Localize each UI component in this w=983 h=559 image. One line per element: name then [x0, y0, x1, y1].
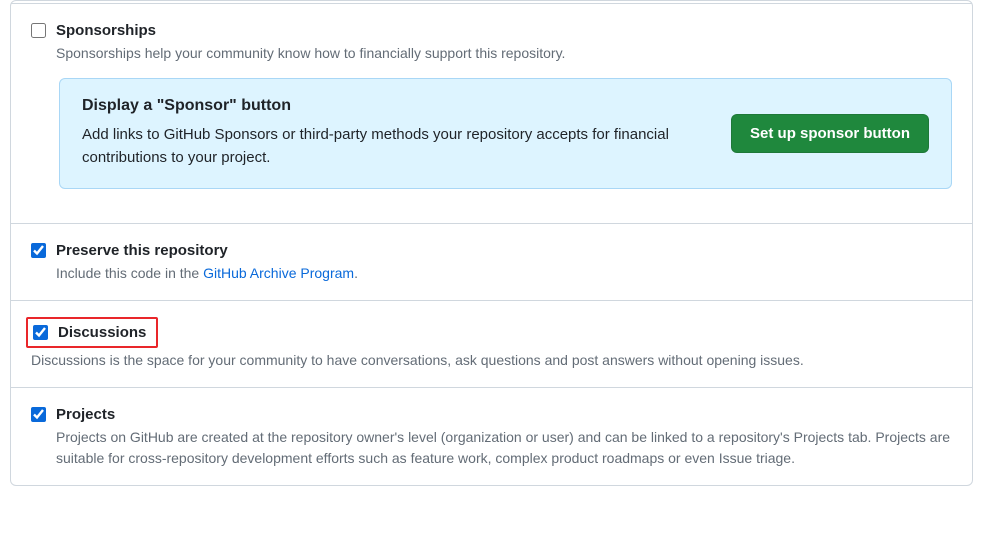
preserve-checkbox[interactable]	[31, 243, 46, 258]
preserve-section: Preserve this repository Include this co…	[11, 223, 972, 300]
sponsor-callout-title: Display a "Sponsor" button	[82, 97, 711, 115]
discussions-checkbox[interactable]	[33, 325, 48, 340]
projects-label-block: Projects Projects on GitHub are created …	[56, 404, 952, 469]
sponsorships-checkbox[interactable]	[31, 23, 46, 38]
discussions-section: Discussions Discussions is the space for…	[11, 300, 972, 387]
sponsorships-title: Sponsorships	[56, 20, 952, 41]
discussions-desc: Discussions is the space for your commun…	[31, 350, 952, 371]
sponsorships-desc: Sponsorships help your community know ho…	[56, 43, 952, 64]
preserve-title: Preserve this repository	[56, 240, 952, 261]
sponsor-callout: Display a "Sponsor" button Add links to …	[59, 78, 952, 189]
sponsorships-label-block: Sponsorships Sponsorships help your comm…	[56, 20, 952, 64]
projects-checkbox[interactable]	[31, 407, 46, 422]
projects-desc: Projects on GitHub are created at the re…	[56, 427, 952, 469]
setup-sponsor-button[interactable]: Set up sponsor button	[731, 114, 929, 153]
archive-program-link[interactable]: GitHub Archive Program	[203, 265, 354, 281]
preserve-desc: Include this code in the GitHub Archive …	[56, 263, 952, 284]
sponsor-callout-desc: Add links to GitHub Sponsors or third-pa…	[82, 123, 711, 170]
projects-section: Projects Projects on GitHub are created …	[11, 387, 972, 485]
features-panel: Sponsorships Sponsorships help your comm…	[10, 0, 973, 486]
discussions-title: Discussions	[58, 322, 146, 343]
discussions-highlight: Discussions	[26, 317, 158, 348]
preserve-label-block: Preserve this repository Include this co…	[56, 240, 952, 284]
projects-title: Projects	[56, 404, 952, 425]
preserve-desc-suffix: .	[354, 265, 358, 281]
sponsorships-section: Sponsorships Sponsorships help your comm…	[11, 3, 972, 223]
preserve-desc-prefix: Include this code in the	[56, 265, 203, 281]
